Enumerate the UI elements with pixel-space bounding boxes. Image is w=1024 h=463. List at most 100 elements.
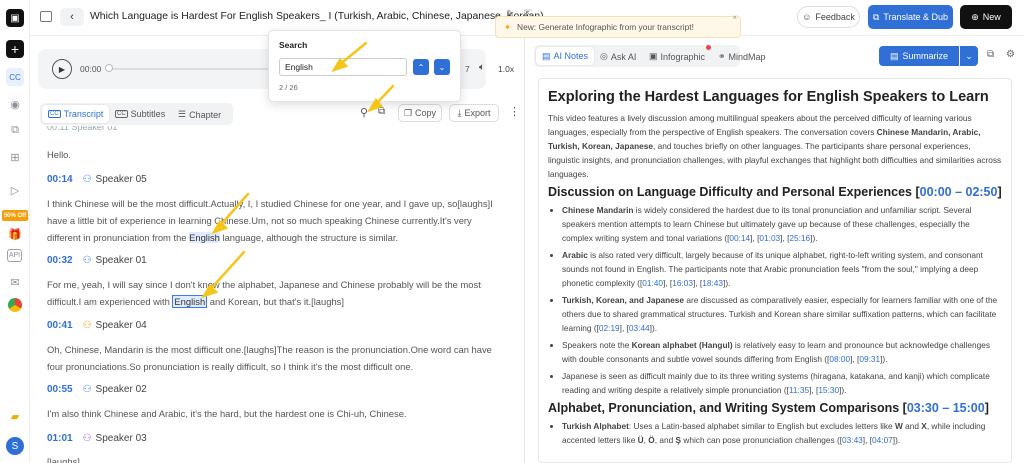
avatar[interactable]: S: [6, 437, 24, 455]
transcript-entry-2[interactable]: 00:32 ⚇ Speaker 01: [47, 255, 147, 266]
translate-notes-icon[interactable]: ⧉: [987, 49, 994, 60]
timestamp[interactable]: 01:01: [47, 433, 73, 444]
api-icon[interactable]: API: [7, 249, 22, 262]
list-item: Japanese is seen as difficult mainly due…: [562, 369, 1002, 397]
folder-icon[interactable]: ▰: [7, 408, 23, 424]
timestamp-link[interactable]: 09:31: [859, 354, 880, 364]
bold-segment: Arabic: [562, 250, 588, 260]
summarize-button[interactable]: ▤ Summarize: [879, 46, 959, 66]
time-range-link[interactable]: 00:00 – 02:50: [920, 185, 998, 199]
speaker-name: Speaker 02: [95, 384, 147, 395]
tab-subtitles[interactable]: CC Subtitles: [115, 109, 165, 119]
timestamp[interactable]: 00:32: [47, 255, 73, 266]
tab-chapter[interactable]: ☰ Chapter: [178, 109, 221, 120]
notes-pane: ▤ AI Notes ◎ Ask AI ▣ Infographic ⚭ MindMap …: [528, 36, 1024, 463]
bold-segment: Korean alphabet (Hangul): [631, 340, 733, 350]
plus-icon: ⊕: [971, 11, 979, 22]
timestamp-link[interactable]: 25:16: [789, 233, 810, 243]
feedback-icon: ☺: [802, 12, 812, 22]
timestamp[interactable]: 00:41: [47, 320, 73, 331]
transcript-entry-5[interactable]: 01:01 ⚇ Speaker 03: [47, 433, 147, 444]
sidebar-toggle-icon[interactable]: [40, 11, 52, 22]
search-input[interactable]: [279, 58, 407, 76]
timestamp-link[interactable]: 18:43: [702, 278, 723, 288]
speaker-name: Speaker 04: [95, 320, 147, 331]
search-match[interactable]: English: [189, 232, 220, 243]
banner-text: New: Generate Infographic from your tran…: [517, 22, 694, 32]
timestamp-link[interactable]: 03:43: [842, 435, 863, 445]
chat-icon[interactable]: ✉: [7, 274, 23, 290]
transcript-entry-1[interactable]: 00:14 ⚇ Speaker 05: [47, 174, 147, 185]
timestamp-link[interactable]: 16:03: [672, 278, 693, 288]
apps-grid-icon[interactable]: ⊞: [7, 149, 23, 165]
new-button[interactable]: ⊕ New: [960, 5, 1012, 29]
timestamp[interactable]: 00:14: [47, 174, 73, 185]
copy-button[interactable]: ❐ Copy: [398, 104, 442, 122]
timestamp-link[interactable]: 11:35: [789, 385, 809, 395]
volume-icon[interactable]: 🔈︎: [479, 62, 485, 73]
person-icon: ⚇: [82, 255, 92, 266]
video-icon[interactable]: ▷: [7, 182, 23, 198]
summarize-dropdown[interactable]: ⌄: [960, 46, 978, 66]
list-item: Chinese Mandarin is widely considered th…: [562, 203, 1002, 245]
bold-segment: Turkish, Korean, and Japanese: [562, 295, 685, 305]
text-segment: and: [902, 421, 922, 431]
infographic-banner[interactable]: ✦ New: Generate Infographic from your tr…: [495, 13, 741, 38]
transcript-paragraph-5: [laughs]: [47, 456, 80, 463]
text-segment: language, although the structure is simi…: [219, 232, 399, 243]
transcript-nav-icon[interactable]: CC: [6, 68, 24, 86]
search-icon[interactable]: ⚲: [360, 106, 368, 119]
progress-track[interactable]: [108, 68, 268, 70]
feedback-button[interactable]: ☺ Feedback: [797, 6, 860, 28]
gift-icon[interactable]: 🎁: [7, 226, 23, 242]
timestamp-link[interactable]: 15:30: [818, 385, 839, 395]
timestamp-link[interactable]: 01:40: [642, 278, 663, 288]
translate-icon: ⧉: [872, 11, 880, 22]
search-prev-button[interactable]: ⌃: [413, 59, 429, 75]
transcript-paragraph-2: For me, yeah, I will say since I don't k…: [47, 276, 507, 310]
translate-small-icon[interactable]: ⧉: [378, 106, 385, 117]
translate-icon[interactable]: ⧉: [7, 122, 23, 138]
tab-transcript[interactable]: CC Transcript: [42, 105, 110, 123]
timestamp-link[interactable]: 01:03: [759, 233, 780, 243]
search-next-button[interactable]: ⌄: [434, 59, 450, 75]
progress-handle[interactable]: [105, 64, 113, 72]
heading-text: Alphabet, Pronunciation, and Writing Sys…: [548, 401, 900, 415]
translate-dub-button[interactable]: ⧉ Translate & Dub: [868, 5, 953, 29]
notes-intro: This video features a lively discussion …: [548, 111, 1002, 181]
text-segment: Japanese is seen as difficult mainly due…: [562, 371, 990, 395]
export-button[interactable]: ⤓ Export: [449, 104, 499, 122]
time-range-link[interactable]: 03:30 – 15:00: [907, 401, 985, 415]
list-item: Turkish Alphabet: Uses a Latin-based alp…: [562, 419, 1002, 447]
timestamp-link[interactable]: 00:14: [729, 233, 750, 243]
transcript-paragraph-3: Oh, Chinese, Mandarin is the most diffic…: [47, 344, 492, 372]
more-icon[interactable]: ⋮: [509, 105, 520, 118]
close-icon[interactable]: ×: [732, 13, 737, 22]
summarize-icon: ▤: [889, 50, 899, 61]
search-match-current[interactable]: English: [172, 295, 208, 308]
timestamp-link[interactable]: 04:07: [872, 435, 893, 445]
speed-button[interactable]: 1.0x: [498, 64, 514, 74]
settings-gear-icon[interactable]: ⚙: [1006, 49, 1015, 60]
transcript-entry-4[interactable]: 00:55 ⚇ Speaker 02: [47, 384, 147, 395]
timestamp[interactable]: 00:55: [47, 384, 73, 395]
timestamp-link[interactable]: 03:44: [629, 323, 650, 333]
app-logo-icon[interactable]: ▣: [6, 9, 24, 27]
chrome-icon[interactable]: [8, 298, 22, 312]
record-icon[interactable]: ◉: [7, 96, 23, 112]
timestamp-link[interactable]: 02:19: [599, 323, 620, 333]
promo-badge[interactable]: 50% Off: [2, 210, 28, 221]
text-segment: is also rated very difficult, largely be…: [562, 250, 983, 288]
back-button[interactable]: ‹: [60, 8, 84, 26]
tab-infographic[interactable]: ▣ Infographic: [649, 51, 705, 62]
tab-ai-notes[interactable]: ▤ AI Notes: [536, 47, 595, 65]
person-icon: ⚇: [82, 320, 92, 331]
tab-ask-ai[interactable]: ◎ Ask AI: [600, 51, 636, 62]
speaker-name: Speaker 05: [95, 174, 147, 185]
add-icon[interactable]: +: [6, 40, 24, 58]
transcript-paragraph-1: I think Chinese will be the most difficu…: [47, 195, 507, 246]
play-icon[interactable]: ▶: [52, 59, 72, 79]
tab-mindmap[interactable]: ⚭ MindMap: [718, 51, 766, 62]
timestamp-link[interactable]: 08:00: [829, 354, 850, 364]
transcript-entry-3[interactable]: 00:41 ⚇ Speaker 04: [47, 320, 147, 331]
